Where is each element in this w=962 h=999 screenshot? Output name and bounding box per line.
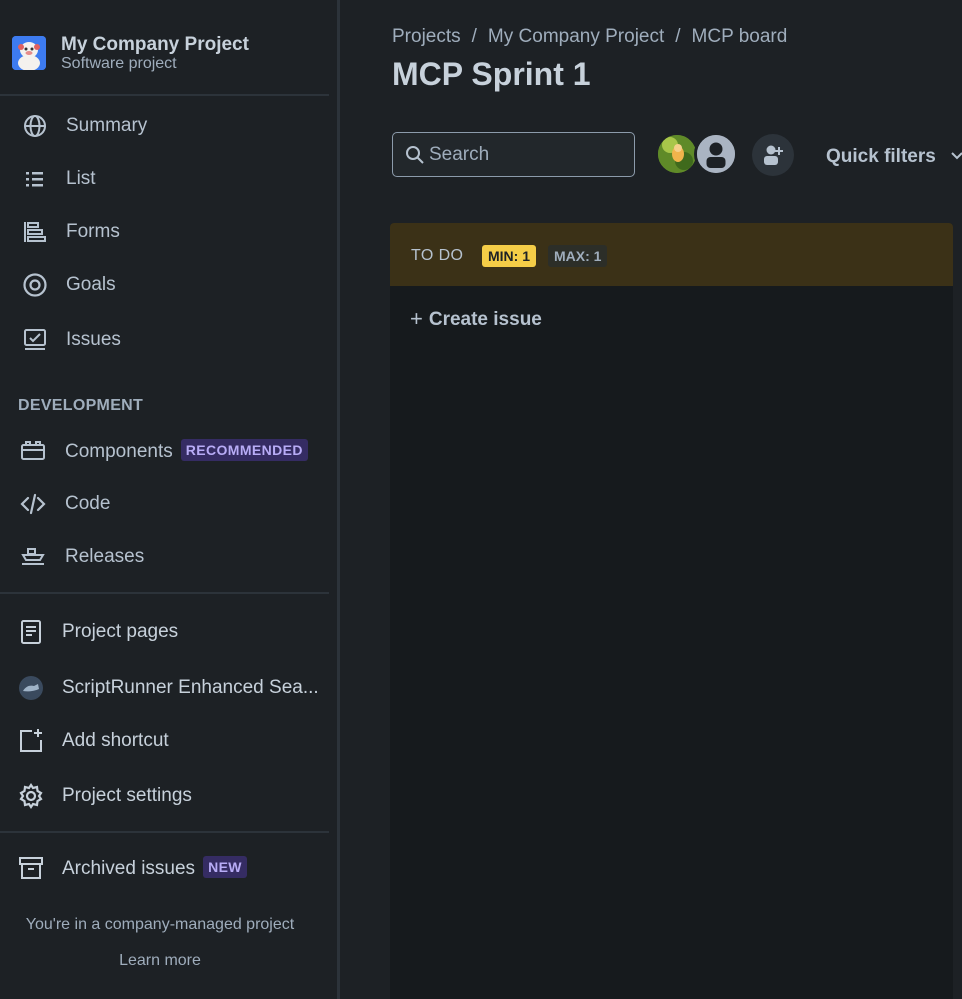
add-people-button[interactable] (752, 134, 794, 176)
components-label: Components (65, 441, 173, 462)
nav-item-scriptrunner[interactable]: ScriptRunner Enhanced Sea... (0, 666, 329, 710)
recommended-badge: RECOMMENDED (180, 439, 308, 461)
section-title-development: DEVELOPMENT (18, 397, 144, 414)
board-column-todo: TO DO MIN: 1 MAX: 1 + Create issue (390, 223, 953, 999)
nav-item-project-settings[interactable]: Project settings (0, 774, 329, 818)
nav-label-issues: Issues (66, 329, 121, 350)
plus-icon: + (410, 306, 423, 331)
nav-item-project-pages[interactable]: Project pages (0, 610, 329, 654)
user-avatar-photo[interactable] (655, 132, 699, 176)
archived-label: Archived issues (62, 858, 196, 879)
create-issue-label: Create issue (428, 309, 542, 330)
nav-label-releases: Releases (65, 546, 145, 567)
company-managed-note: You're in a company-managed project (25, 916, 295, 933)
nav-item-forms[interactable]: Forms (0, 210, 329, 254)
code-icon (20, 491, 46, 517)
sidebar: My Company Project Software project Summ… (0, 0, 340, 999)
nav-label-scriptrunner: ScriptRunner Enhanced Sea... (62, 677, 319, 698)
search-input[interactable] (429, 133, 629, 176)
archive-icon (18, 855, 44, 881)
nav-label-goals: Goals (66, 274, 116, 295)
project-avatar-icon (12, 36, 46, 70)
gear-icon (18, 783, 44, 809)
quick-filters-label: Quick filters (826, 146, 936, 167)
search-box[interactable] (392, 132, 635, 177)
breadcrumb-project[interactable]: My Company Project (488, 26, 664, 47)
breadcrumb: Projects / My Company Project / MCP board (392, 26, 787, 48)
add-shortcut-icon (18, 728, 44, 754)
nav-label-archived: Archived issues NEW (62, 856, 247, 880)
nav-label-summary: Summary (66, 115, 148, 136)
nav-label-components: Components RECOMMENDED (65, 439, 308, 463)
nav-item-goals[interactable]: Goals (0, 263, 329, 307)
scriptrunner-icon (18, 675, 44, 701)
divider (0, 592, 329, 594)
list-icon (22, 166, 48, 192)
nav-item-summary[interactable]: Summary (0, 104, 329, 148)
nav-item-components[interactable]: Components RECOMMENDED (0, 429, 329, 473)
learn-more-link[interactable]: Learn more (0, 952, 320, 970)
breadcrumb-projects[interactable]: Projects (392, 26, 461, 47)
search-icon (405, 145, 425, 165)
nav-label-project-pages: Project pages (62, 621, 179, 642)
quick-filters-dropdown[interactable]: Quick filters (826, 144, 962, 168)
nav-item-add-shortcut[interactable]: Add shortcut (0, 719, 329, 763)
divider (0, 831, 329, 833)
nav-label-code: Code (65, 493, 111, 514)
nav-label-add-shortcut: Add shortcut (62, 730, 169, 751)
chevron-down-icon (951, 144, 962, 166)
add-person-icon (762, 144, 784, 166)
nav-item-releases[interactable]: Releases (0, 535, 329, 579)
page-title: MCP Sprint 1 (392, 56, 591, 92)
divider (0, 94, 329, 96)
nav-item-issues[interactable]: Issues (0, 318, 329, 362)
breadcrumb-separator: / (471, 26, 477, 47)
board-main: Projects / My Company Project / MCP board MC… (343, 0, 962, 999)
components-icon (20, 438, 46, 464)
globe-icon (22, 113, 48, 139)
nav-label-project-settings: Project settings (62, 785, 192, 806)
column-title: TO DO (411, 247, 464, 264)
nav-item-archived-issues[interactable]: Archived issues NEW (0, 846, 329, 890)
breadcrumb-board[interactable]: MCP board (692, 26, 788, 47)
column-header: TO DO MIN: 1 MAX: 1 (390, 223, 953, 286)
nav-item-list[interactable]: List (0, 157, 329, 201)
nav-item-code[interactable]: Code (0, 482, 329, 526)
project-type: Software project (61, 55, 177, 72)
nav-label-list: List (66, 168, 96, 189)
project-name: My Company Project (61, 34, 249, 55)
project-header[interactable]: My Company Project Software project (12, 34, 332, 74)
issues-icon (22, 327, 48, 353)
unassigned-avatar[interactable] (694, 132, 738, 176)
create-issue-button[interactable]: + Create issue (410, 306, 542, 332)
min-limit-lozenge: MIN: 1 (482, 245, 536, 267)
forms-icon (22, 219, 48, 245)
new-badge: NEW (203, 856, 247, 878)
nav-label-forms: Forms (66, 221, 120, 242)
page-icon (18, 619, 44, 645)
target-icon (22, 272, 48, 298)
breadcrumb-separator: / (675, 26, 681, 47)
ship-icon (20, 544, 46, 570)
max-limit-lozenge: MAX: 1 (548, 245, 608, 267)
